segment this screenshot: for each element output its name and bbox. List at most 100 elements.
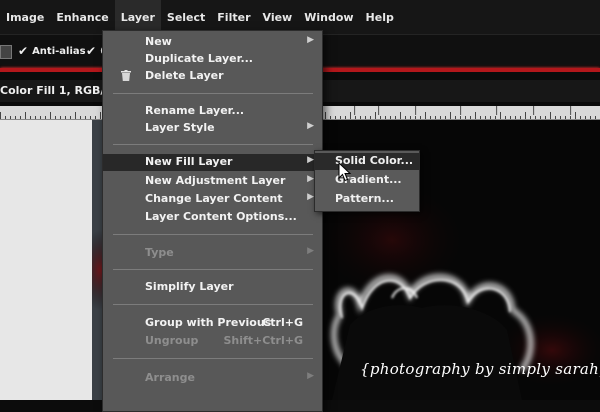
menu-image[interactable]: Image <box>0 0 50 34</box>
new-fill-layer-submenu: Solid Color... Gradient... Pattern... <box>314 150 420 212</box>
ruler-tick <box>340 116 341 119</box>
menu-item-delete-layer[interactable]: Delete Layer <box>103 68 322 85</box>
ruler-tick <box>460 116 461 119</box>
option-swatch[interactable] <box>0 45 12 59</box>
ruler-tick <box>355 116 356 119</box>
submenu-arrow-icon: ▶ <box>307 35 314 45</box>
ruler-tick <box>420 116 421 119</box>
menu-filter[interactable]: Filter <box>211 0 256 34</box>
ruler-tick <box>390 116 391 119</box>
ruler-tick <box>560 116 561 119</box>
menu-separator <box>113 269 313 270</box>
ruler-tick <box>490 116 491 119</box>
ruler-tick <box>15 116 16 119</box>
menu-item-arrange[interactable]: Arrange ▶ <box>103 370 322 387</box>
ruler-tick <box>515 116 516 119</box>
submenu-arrow-icon: ▶ <box>307 371 314 381</box>
ruler-label: | <box>568 106 574 116</box>
menu-select[interactable]: Select <box>161 0 211 34</box>
submenu-item-pattern[interactable]: Pattern... <box>315 191 419 208</box>
ruler-tick <box>425 112 426 119</box>
ruler-tick <box>435 116 436 119</box>
ruler-tick <box>375 112 376 119</box>
ruler-tick <box>395 116 396 119</box>
ruler-tick <box>75 112 76 119</box>
ruler-tick <box>495 116 496 119</box>
menu-item-new-fill-layer[interactable]: New Fill Layer ▶ <box>103 154 322 171</box>
ruler-tick <box>555 116 556 119</box>
ruler-tick <box>475 112 476 119</box>
menu-separator <box>113 93 313 94</box>
ruler-tick <box>80 116 81 119</box>
ruler-tick <box>545 116 546 119</box>
anti-alias-label: Anti-alias <box>32 45 86 57</box>
ruler-tick <box>45 116 46 119</box>
ruler-tick <box>550 112 551 119</box>
ruler-tick <box>85 116 86 119</box>
menu-layer[interactable]: Layer <box>114 0 161 34</box>
ruler-tick <box>485 116 486 119</box>
menu-item-ungroup[interactable]: Ungroup Shift+Ctrl+G <box>103 333 322 350</box>
ruler-tick <box>385 116 386 119</box>
ruler-tick <box>370 116 371 119</box>
ruler-tick <box>335 116 336 119</box>
canvas-background <box>0 120 92 400</box>
ruler-tick <box>430 116 431 119</box>
menu-item-rename-layer[interactable]: Rename Layer... <box>103 103 322 120</box>
menu-separator <box>113 304 313 305</box>
ruler-tick <box>530 116 531 119</box>
submenu-item-solid-color[interactable]: Solid Color... <box>315 153 419 170</box>
ruler-tick <box>100 112 101 119</box>
ruler-tick <box>400 112 401 119</box>
ruler-tick <box>465 116 466 119</box>
checkmark-icon: ✔ <box>18 44 29 58</box>
ruler-label: | <box>352 106 358 116</box>
ruler-tick <box>445 116 446 119</box>
menu-item-layer-style[interactable]: Layer Style ▶ <box>103 120 322 137</box>
menu-separator <box>113 234 313 235</box>
ruler-tick <box>500 112 501 119</box>
ruler-tick <box>505 116 506 119</box>
submenu-arrow-icon: ▶ <box>307 192 314 202</box>
anti-alias-checkbox[interactable]: ✔ Anti-alias <box>18 44 86 58</box>
menu-window[interactable]: Window <box>298 0 359 34</box>
ruler-tick <box>595 116 596 119</box>
ruler-tick <box>440 116 441 119</box>
checkmark-icon: ✔ <box>86 44 97 58</box>
ruler-tick <box>590 116 591 119</box>
ruler-tick <box>5 116 6 119</box>
menu-item-new-adjustment-layer[interactable]: New Adjustment Layer ▶ <box>103 173 322 190</box>
ruler-tick <box>570 116 571 119</box>
ruler-label: | <box>531 106 537 116</box>
ruler-tick <box>325 112 326 119</box>
ruler-tick <box>10 116 11 119</box>
menu-view[interactable]: View <box>257 0 299 34</box>
ruler-tick <box>470 116 471 119</box>
ruler-tick <box>0 112 1 119</box>
ruler-tick <box>70 116 71 119</box>
menu-item-change-layer-content[interactable]: Change Layer Content ▶ <box>103 191 322 208</box>
ruler-tick <box>40 116 41 119</box>
submenu-arrow-icon: ▶ <box>307 246 314 256</box>
menu-item-simplify-layer[interactable]: Simplify Layer <box>103 279 322 296</box>
ruler-tick <box>575 112 576 119</box>
menu-item-layer-content-options[interactable]: Layer Content Options... <box>103 209 322 226</box>
menu-help[interactable]: Help <box>360 0 400 34</box>
ruler-tick <box>30 116 31 119</box>
ruler-tick <box>565 116 566 119</box>
menu-item-type[interactable]: Type ▶ <box>103 245 322 262</box>
submenu-item-gradient[interactable]: Gradient... <box>315 172 419 189</box>
menu-enhance[interactable]: Enhance <box>50 0 114 34</box>
ruler-tick <box>65 116 66 119</box>
menu-item-duplicate-layer[interactable]: Duplicate Layer... <box>103 51 322 68</box>
menu-item-group-with-previous[interactable]: Group with Previous Ctrl+G <box>103 315 322 332</box>
submenu-arrow-icon: ▶ <box>307 155 314 165</box>
menu-item-new[interactable]: New ▶ <box>103 34 322 51</box>
shortcut-label: Shift+Ctrl+G <box>223 334 303 347</box>
ruler-label: | <box>413 106 419 116</box>
ruler-tick <box>450 112 451 119</box>
ruler-tick <box>480 116 481 119</box>
ruler-tick <box>585 116 586 119</box>
ruler-tick <box>520 116 521 119</box>
submenu-arrow-icon: ▶ <box>307 121 314 131</box>
